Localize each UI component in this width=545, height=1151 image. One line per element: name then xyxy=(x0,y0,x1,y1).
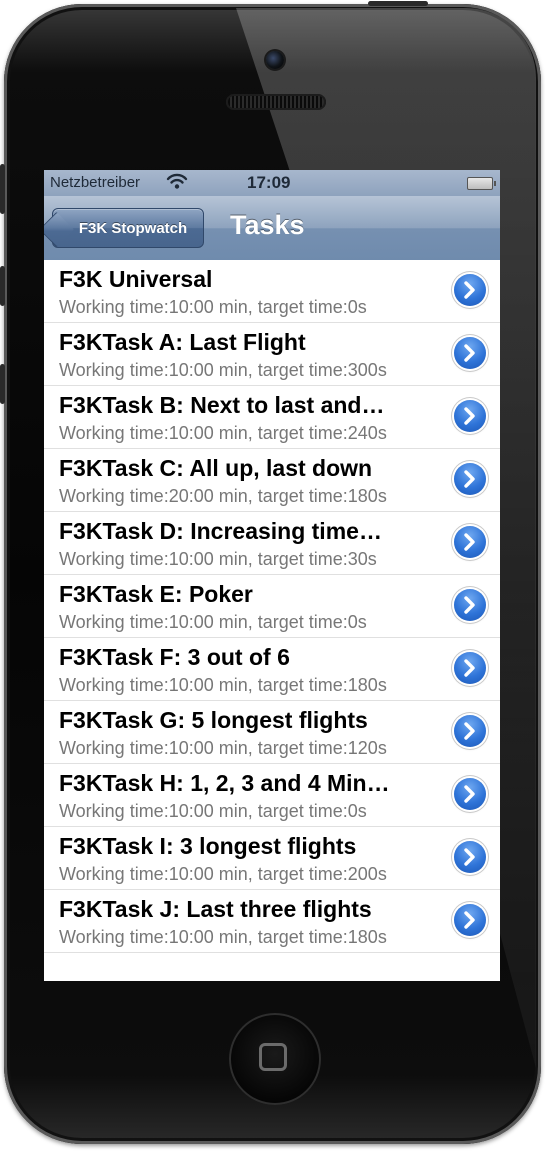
detail-disclosure-icon[interactable] xyxy=(454,463,486,495)
status-bar: Netzbetreiber 17:09 xyxy=(44,170,500,196)
home-square-icon xyxy=(259,1043,287,1071)
task-subtitle: Working time:10:00 min, target time:180s xyxy=(59,927,387,947)
task-subtitle: Working time:10:00 min, target time:200s xyxy=(59,864,387,884)
mute-switch xyxy=(0,164,5,214)
detail-disclosure-icon[interactable] xyxy=(454,904,486,936)
task-title: F3K Universal xyxy=(59,266,213,292)
task-title: F3KTask I: 3 longest flights xyxy=(59,833,357,859)
task-subtitle: Working time:10:00 min, target time:0s xyxy=(59,801,367,821)
task-title: F3KTask J: Last three flights xyxy=(59,896,372,922)
task-row[interactable]: F3KTask E: Poker Working time:10:00 min, … xyxy=(44,575,500,638)
task-title: F3KTask F: 3 out of 6 xyxy=(59,644,290,670)
back-button[interactable]: F3K Stopwatch xyxy=(44,208,204,248)
detail-disclosure-icon[interactable] xyxy=(454,400,486,432)
carrier-name: Netzbetreiber xyxy=(50,174,141,191)
task-subtitle: Working time:10:00 min, target time:240s xyxy=(59,423,387,443)
back-button-label: F3K Stopwatch xyxy=(78,220,188,237)
home-button[interactable] xyxy=(229,1013,321,1105)
task-subtitle: Working time:20:00 min, target time:180s xyxy=(59,486,387,506)
front-camera-icon xyxy=(266,51,284,69)
navigation-bar: F3K Stopwatch Tasks xyxy=(44,196,500,261)
task-subtitle: Working time:10:00 min, target time:300s xyxy=(59,360,387,380)
volume-down-button xyxy=(0,364,5,404)
task-subtitle: Working time:10:00 min, target time:0s xyxy=(59,297,367,317)
detail-disclosure-icon[interactable] xyxy=(454,526,486,558)
wifi-icon xyxy=(166,172,188,194)
task-subtitle: Working time:10:00 min, target time:120s xyxy=(59,738,387,758)
detail-disclosure-icon[interactable] xyxy=(454,841,486,873)
detail-disclosure-icon[interactable] xyxy=(454,715,486,747)
task-subtitle: Working time:10:00 min, target time:30s xyxy=(59,549,377,569)
status-time: 17:09 xyxy=(247,173,291,192)
task-title: F3KTask B: Next to last and… xyxy=(59,392,385,418)
detail-disclosure-icon[interactable] xyxy=(454,778,486,810)
detail-disclosure-icon[interactable] xyxy=(454,274,486,306)
task-row[interactable]: F3K Universal Working time:10:00 min, tar… xyxy=(44,260,500,323)
task-title: F3KTask D: Increasing time… xyxy=(59,518,382,544)
back-arrow-icon xyxy=(44,211,75,248)
task-row[interactable]: F3KTask J: Last three flights Working tim… xyxy=(44,890,500,953)
task-title: F3KTask C: All up, last down xyxy=(59,455,373,481)
task-title: F3KTask E: Poker xyxy=(59,581,253,607)
task-row[interactable]: F3KTask F: 3 out of 6 Working time:10:00 … xyxy=(44,638,500,701)
task-row[interactable]: F3KTask B: Next to last and… Working time… xyxy=(44,386,500,449)
task-title: F3KTask A: Last Flight xyxy=(59,329,306,355)
task-row[interactable]: F3KTask D: Increasing time… Working time:… xyxy=(44,512,500,575)
task-row[interactable]: F3KTask I: 3 longest flights Working time… xyxy=(44,827,500,890)
detail-disclosure-icon[interactable] xyxy=(454,337,486,369)
battery-icon xyxy=(467,177,496,190)
task-subtitle: Working time:10:00 min, target time:180s xyxy=(59,675,387,695)
task-list: F3K Universal Working time:10:00 min, tar… xyxy=(44,260,500,953)
task-row[interactable]: F3KTask H: 1, 2, 3 and 4 Min… Working tim… xyxy=(44,764,500,827)
detail-disclosure-icon[interactable] xyxy=(454,589,486,621)
earpiece-speaker xyxy=(226,94,326,110)
page-title: Tasks xyxy=(230,210,305,240)
task-title: F3KTask H: 1, 2, 3 and 4 Min… xyxy=(59,770,390,796)
task-subtitle: Working time:10:00 min, target time:0s xyxy=(59,612,367,632)
task-title: F3KTask G: 5 longest flights xyxy=(59,707,368,733)
detail-disclosure-icon[interactable] xyxy=(454,652,486,684)
task-row[interactable]: F3KTask A: Last Flight Working time:10:00… xyxy=(44,323,500,386)
screen: Netzbetreiber 17:09 F3K Stopwatch Tasks … xyxy=(44,170,500,981)
volume-up-button xyxy=(0,266,5,306)
task-row[interactable]: F3KTask C: All up, last down Working time… xyxy=(44,449,500,512)
task-row[interactable]: F3KTask G: 5 longest flights Working time… xyxy=(44,701,500,764)
sleep-wake-button xyxy=(368,1,428,6)
